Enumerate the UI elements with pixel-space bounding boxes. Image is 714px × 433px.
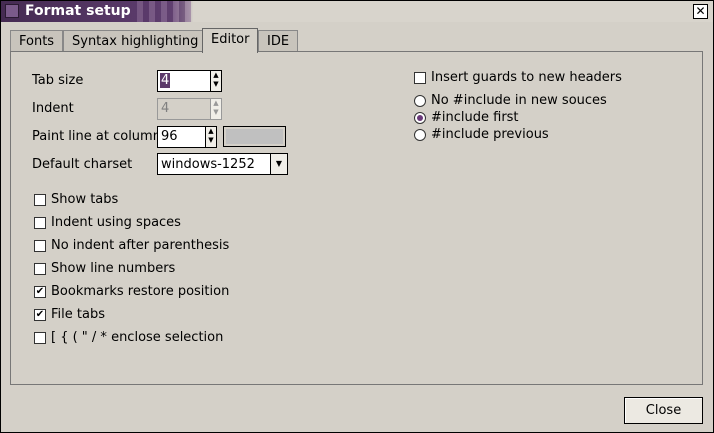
no-include-radio[interactable] <box>414 95 426 107</box>
app-icon <box>5 4 19 18</box>
file-tabs-checkbox[interactable]: ✔ <box>34 309 46 321</box>
file-tabs-label[interactable]: File tabs <box>51 307 105 322</box>
window-title: Format setup <box>25 3 131 19</box>
title-bar[interactable]: Format setup ✕ <box>1 1 713 22</box>
no-indent-parenthesis-checkbox[interactable] <box>34 240 46 252</box>
close-icon[interactable]: ✕ <box>693 4 708 19</box>
enclose-selection-checkbox[interactable] <box>34 332 46 344</box>
no-indent-parenthesis-label[interactable]: No indent after parenthesis <box>51 238 229 253</box>
show-line-numbers-label[interactable]: Show line numbers <box>51 261 175 276</box>
show-tabs-checkbox[interactable] <box>34 194 46 206</box>
tab-editor[interactable]: Editor <box>202 28 259 53</box>
paint-line-label: Paint line at column <box>32 129 161 144</box>
insert-guards-label[interactable]: Insert guards to new headers <box>431 70 622 85</box>
close-button[interactable]: Close <box>624 397 703 424</box>
indent-label: Indent <box>32 101 74 116</box>
charset-value[interactable]: windows-1252 <box>161 157 255 172</box>
include-previous-label[interactable]: #include previous <box>431 127 549 142</box>
spin-arrows-icon: ▲ ▼ <box>210 99 221 119</box>
include-first-radio[interactable] <box>414 112 426 124</box>
format-setup-window: Format setup ✕ Fonts Syntax highlighting… <box>0 0 714 433</box>
charset-select[interactable]: windows-1252 ▼ <box>157 153 288 175</box>
tab-size-spinbox[interactable]: 4 ▲ ▼ <box>157 70 222 92</box>
include-previous-radio[interactable] <box>414 129 426 141</box>
bookmarks-restore-label[interactable]: Bookmarks restore position <box>51 284 229 299</box>
paint-line-value[interactable]: 96 <box>161 129 178 144</box>
paint-line-color-button[interactable] <box>223 126 286 147</box>
editor-panel: Tab size 4 ▲ ▼ Indent 4 ▲ ▼ Paint line at … <box>10 51 703 385</box>
spin-arrows-icon[interactable]: ▲ ▼ <box>210 71 221 91</box>
include-first-label[interactable]: #include first <box>431 110 519 125</box>
show-line-numbers-checkbox[interactable] <box>34 263 46 275</box>
dropdown-arrow-icon[interactable]: ▼ <box>270 154 287 174</box>
no-include-label[interactable]: No #include in new souces <box>431 93 607 108</box>
indent-spinbox: 4 ▲ ▼ <box>157 98 222 120</box>
tab-ide[interactable]: IDE <box>258 30 299 52</box>
tab-size-label: Tab size <box>32 73 84 88</box>
charset-label: Default charset <box>32 157 133 172</box>
indent-spaces-checkbox[interactable] <box>34 217 46 229</box>
show-tabs-label[interactable]: Show tabs <box>51 192 118 207</box>
indent-spaces-label[interactable]: Indent using spaces <box>51 215 181 230</box>
titlebar-pattern <box>131 1 191 22</box>
bookmarks-restore-checkbox[interactable]: ✔ <box>34 286 46 298</box>
tab-fonts[interactable]: Fonts <box>10 30 64 52</box>
insert-guards-checkbox[interactable] <box>414 72 426 84</box>
tab-syntax-highlighting[interactable]: Syntax highlighting <box>63 30 208 52</box>
paint-line-spinbox[interactable]: 96 ▲ ▼ <box>157 126 217 148</box>
tab-size-value[interactable]: 4 <box>160 73 171 88</box>
enclose-selection-label[interactable]: [ { ( " / * enclose selection <box>51 330 223 345</box>
spin-arrows-icon[interactable]: ▲ ▼ <box>205 127 216 147</box>
indent-value: 4 <box>161 101 170 116</box>
